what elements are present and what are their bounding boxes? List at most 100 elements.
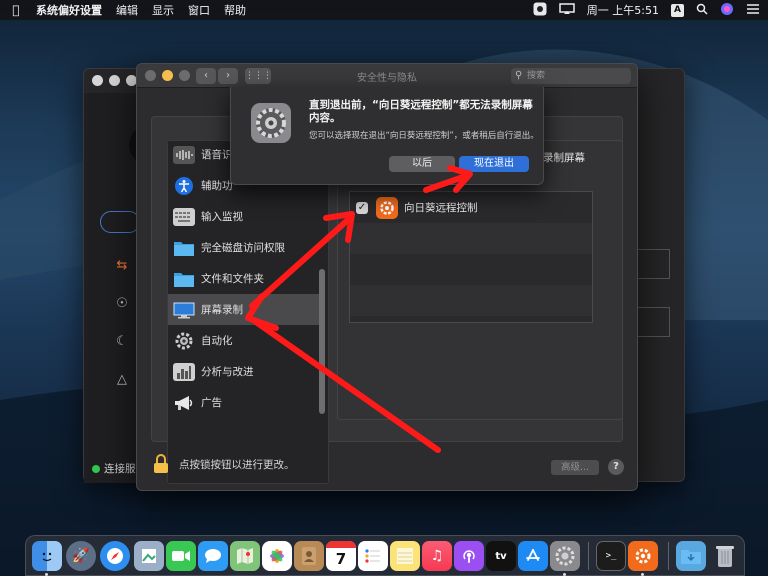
satellite-icon[interactable]: ☾: [114, 334, 130, 350]
swap-arrows-icon[interactable]: ⇆: [114, 258, 130, 274]
siri-icon[interactable]: [720, 2, 734, 19]
menu-app-name[interactable]: 系统偏好设置: [36, 2, 102, 18]
dock-separator: [588, 542, 589, 570]
sidebar-item-files-folders[interactable]: 文件和文件夹: [168, 263, 320, 294]
notes-icon[interactable]: [390, 541, 420, 571]
sidebar-item-label: 屏幕录制: [201, 304, 243, 316]
tv-label: tv: [495, 550, 507, 562]
list-scrollbar[interactable]: [319, 269, 325, 414]
spotlight-search-icon[interactable]: [696, 3, 708, 18]
folder-icon: [173, 270, 195, 288]
back-field-2[interactable]: [634, 307, 670, 337]
advanced-button[interactable]: 高级...: [551, 460, 599, 475]
table-row: [350, 223, 592, 254]
trash-icon[interactable]: [710, 541, 740, 571]
sunlogin-icon[interactable]: [628, 541, 658, 571]
lock-hint-text: 点按锁按钮以进行更改。: [179, 458, 295, 471]
waveform-icon: [173, 145, 195, 164]
help-button[interactable]: ?: [608, 459, 624, 475]
sidebar-item-label: 自动化: [201, 335, 233, 347]
apple-menu-icon[interactable]: : [8, 3, 24, 17]
quit-alert-dialog: 直到退出前，“向日葵远程控制”都无法录制屏幕内容。 您可以选择现在退出“向日葵远…: [230, 87, 544, 185]
sunlogin-status-icon[interactable]: [533, 2, 547, 19]
maps-icon[interactable]: [230, 541, 260, 571]
photos-icon[interactable]: [262, 541, 292, 571]
system-preferences-icon[interactable]: [550, 541, 580, 571]
menu-help[interactable]: 帮助: [224, 2, 246, 18]
dock-separator: [668, 542, 669, 570]
sidebar-item-automation[interactable]: 自动化: [168, 325, 320, 356]
downloads-folder-icon[interactable]: [676, 541, 706, 571]
back-window-traffic-lights: [92, 75, 137, 86]
lock-icon[interactable]: [153, 454, 169, 474]
remote-control-icon[interactable]: ☉: [114, 296, 130, 312]
safari-icon[interactable]: [100, 541, 130, 571]
sidebar-item-full-disk-access[interactable]: 完全磁盘访问权限: [168, 232, 320, 263]
menu-window[interactable]: 窗口: [188, 2, 210, 18]
quit-now-button[interactable]: 现在退出: [459, 156, 529, 172]
finder-icon[interactable]: [32, 541, 62, 571]
facetime-icon[interactable]: [166, 541, 196, 571]
sidebar-item-label: 广告: [201, 397, 222, 409]
sidebar-item-screen-recording[interactable]: 屏幕录制: [168, 294, 320, 325]
megaphone-icon: [173, 394, 195, 412]
minimize-icon[interactable]: [109, 75, 120, 86]
lock-area[interactable]: 点按锁按钮以进行更改。: [153, 454, 295, 474]
sidebar-item-label: 语音识: [201, 149, 233, 161]
calendar-day: 7: [335, 549, 347, 568]
tv-icon[interactable]: tv: [486, 541, 516, 571]
display-icon: [173, 301, 195, 319]
back-field-1[interactable]: [634, 249, 670, 279]
messages-icon[interactable]: [198, 541, 228, 571]
sidebar-item-analytics[interactable]: 分析与改进: [168, 356, 320, 387]
menu-bar:  系统偏好设置 编辑 显示 窗口 帮助 周一 上午5:51 A: [0, 0, 768, 20]
accessibility-icon: [173, 176, 195, 195]
music-icon[interactable]: ♫: [422, 541, 452, 571]
alert-title: 直到退出前，“向日葵远程控制”都无法录制屏幕内容。: [309, 99, 533, 124]
back-pill-button[interactable]: [100, 211, 140, 233]
podcasts-icon[interactable]: [454, 541, 484, 571]
app-permission-checkbox[interactable]: ✓: [356, 201, 368, 214]
reminders-icon[interactable]: [358, 541, 388, 571]
sidebar-item-label: 文件和文件夹: [201, 273, 264, 285]
gear-icon: [173, 332, 195, 350]
dock: 🚀 7 ♫ tv >_: [25, 535, 745, 576]
launchpad-icon[interactable]: 🚀: [66, 541, 96, 571]
menu-edit[interactable]: 编辑: [116, 2, 138, 18]
later-button[interactable]: 以后: [389, 156, 455, 172]
contacts-icon[interactable]: [294, 541, 324, 571]
preview-icon[interactable]: [134, 541, 164, 571]
sidebar-item-label: 输入监视: [201, 211, 243, 223]
search-icon: ⚲: [515, 70, 523, 81]
airplay-icon[interactable]: △: [114, 372, 130, 388]
sidebar-item-input-monitoring[interactable]: 输入监视: [168, 201, 320, 232]
app-name: 向日葵远程控制: [404, 202, 478, 214]
window-titlebar: ‹ › ⋮⋮⋮ 安全性与隐私 ⚲ 搜索: [137, 64, 637, 88]
input-source-icon[interactable]: A: [671, 3, 684, 17]
menubar-status-area: 周一 上午5:51 A: [533, 2, 760, 19]
system-preferences-gear-icon: [249, 101, 293, 145]
menu-view[interactable]: 显示: [152, 2, 174, 18]
terminal-icon[interactable]: >_: [596, 541, 626, 571]
sunlogin-icon: [376, 196, 398, 219]
search-input[interactable]: ⚲ 搜索: [511, 68, 631, 84]
sidebar-item-label: 分析与改进: [201, 366, 254, 378]
permission-description: 录制屏幕: [543, 152, 585, 164]
connection-status: 连接服: [92, 461, 136, 476]
screen-mirroring-icon[interactable]: [559, 2, 575, 18]
sidebar-item-advertising[interactable]: 广告: [168, 387, 320, 418]
calendar-icon[interactable]: 7: [326, 541, 356, 571]
appstore-icon[interactable]: [518, 541, 548, 571]
alert-message: 您可以选择现在退出“向日葵远程控制”，或者稍后自行退出。: [309, 131, 539, 141]
table-row[interactable]: ✓ 向日葵远程控制: [350, 192, 592, 223]
notification-center-icon[interactable]: [746, 3, 760, 18]
menubar-clock[interactable]: 周一 上午5:51: [587, 2, 659, 18]
privacy-category-list[interactable]: 语音识 辅助功 输入监视 完全磁盘访问权限 文件和文件夹 屏幕录制 自动化 分析…: [167, 140, 329, 484]
allowed-apps-table[interactable]: ✓ 向日葵远程控制: [349, 191, 593, 323]
status-dot-icon: [92, 464, 100, 473]
search-placeholder: 搜索: [527, 71, 546, 81]
folder-icon: [173, 239, 195, 257]
table-row: [350, 285, 592, 316]
close-icon[interactable]: [92, 75, 103, 86]
connection-status-text: 连接服: [104, 463, 136, 475]
